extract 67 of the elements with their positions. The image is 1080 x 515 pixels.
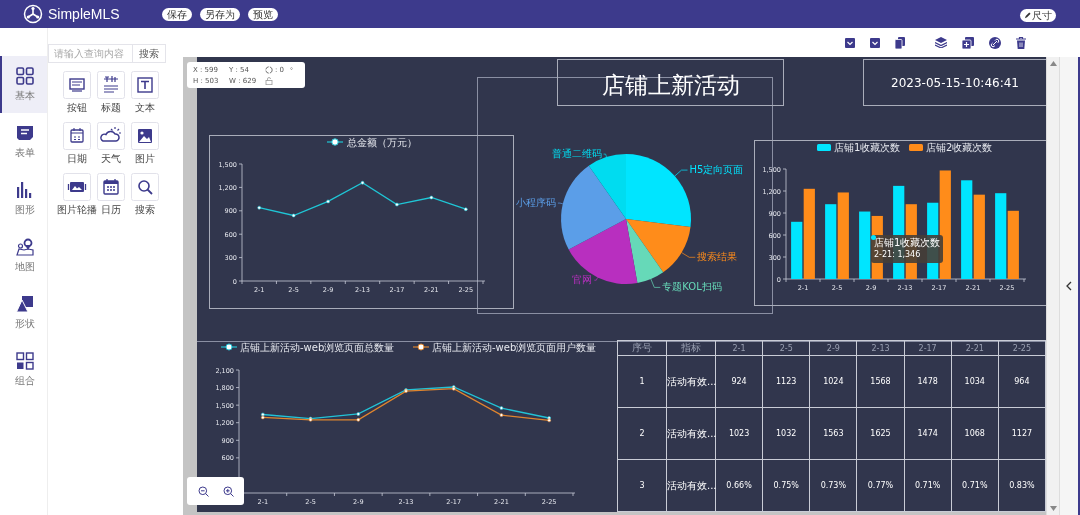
table-cell: 1568	[856, 355, 905, 408]
tool-label: 搜索	[134, 203, 155, 217]
table-cell: 964	[998, 355, 1046, 408]
column-header: 2-1	[715, 340, 763, 356]
table-cell: 0.75%	[762, 459, 810, 512]
table-cell: 0.77%	[856, 459, 905, 512]
column-header: 序号	[617, 340, 667, 356]
slice-label: 小程序码	[515, 197, 556, 209]
tool-label: 文本	[134, 101, 155, 115]
table-cell: 1	[617, 355, 667, 408]
tool-label: 日期	[66, 152, 87, 166]
table-cell: 0.71%	[904, 459, 952, 512]
tool-label: 图片	[134, 152, 155, 166]
table-cell: 1023	[715, 407, 763, 460]
header-button[interactable]: 预览	[248, 7, 278, 21]
slice-label: 官网	[572, 274, 593, 286]
table-cell: 2	[617, 407, 667, 460]
slice-label: 搜索结果	[697, 251, 738, 263]
table-cell: 1024	[809, 355, 857, 408]
header-button[interactable]: 另存为	[200, 7, 240, 21]
column-header: 2-21	[951, 340, 999, 356]
legend-label: 店铺2收藏次数	[926, 142, 993, 153]
table-cell: 1625	[856, 407, 905, 460]
search-field[interactable]: 请输入查询内容	[48, 44, 133, 63]
nav-tab[interactable]: 基本	[0, 56, 47, 113]
slice-label: 普通二维码	[551, 148, 602, 160]
slice-label: 专题KOL扫码	[662, 281, 722, 293]
title-widget[interactable]: 店铺上新活动	[557, 59, 784, 106]
table-cell: 1474	[904, 407, 952, 460]
search-button[interactable]: 搜索	[133, 44, 166, 63]
tool-label: 天气	[100, 152, 121, 166]
column-header: 2-13	[856, 340, 905, 356]
header-button[interactable]: 保存	[162, 7, 192, 21]
legend-label: 店铺上新活动-web浏览页面总数量	[240, 341, 395, 353]
slice-label: H5定向页面	[689, 164, 744, 176]
table-cell: 活动有效...	[666, 355, 716, 408]
legend-label: 店铺1收藏次数	[834, 142, 901, 153]
table-cell: 0.66%	[715, 459, 763, 512]
tool-label: 标题	[100, 101, 121, 115]
table-cell: 1127	[998, 407, 1046, 460]
table-cell: 1068	[951, 407, 999, 460]
column-header: 2-5	[762, 340, 810, 356]
table-cell: 活动有效...	[666, 407, 716, 460]
table-cell: 1478	[904, 355, 952, 408]
app-name: SimpleMLS	[48, 6, 121, 22]
table-cell: 0.73%	[809, 459, 857, 512]
table-cell: 1034	[951, 355, 999, 408]
column-header: 指标	[666, 340, 716, 356]
table-cell: 活动有效...	[666, 459, 716, 512]
legend-label: 店铺上新活动-web浏览页面用户数量	[432, 341, 597, 353]
table-cell: 1032	[762, 407, 810, 460]
table-cell: 3	[617, 459, 667, 512]
column-header: 2-9	[809, 340, 857, 356]
tool-label: 按钮	[66, 101, 87, 115]
size-button[interactable]: 尺寸	[1020, 9, 1056, 22]
table-cell: 1563	[809, 407, 857, 460]
column-header: 2-17	[904, 340, 952, 356]
tooltip-value: 2-21: 1,346	[874, 249, 921, 261]
table-cell: 0.83%	[998, 459, 1046, 512]
tooltip-title: 店铺1收藏次数	[874, 237, 941, 249]
tool-label: 图片轮播	[56, 203, 97, 217]
table-cell: 1123	[762, 355, 810, 408]
table-cell: 0.71%	[951, 459, 999, 512]
table-cell: 924	[715, 355, 763, 408]
tool-label: 日历	[100, 203, 121, 217]
column-header: 2-25	[998, 340, 1046, 356]
legend-label: 总金额（万元）	[347, 136, 417, 148]
